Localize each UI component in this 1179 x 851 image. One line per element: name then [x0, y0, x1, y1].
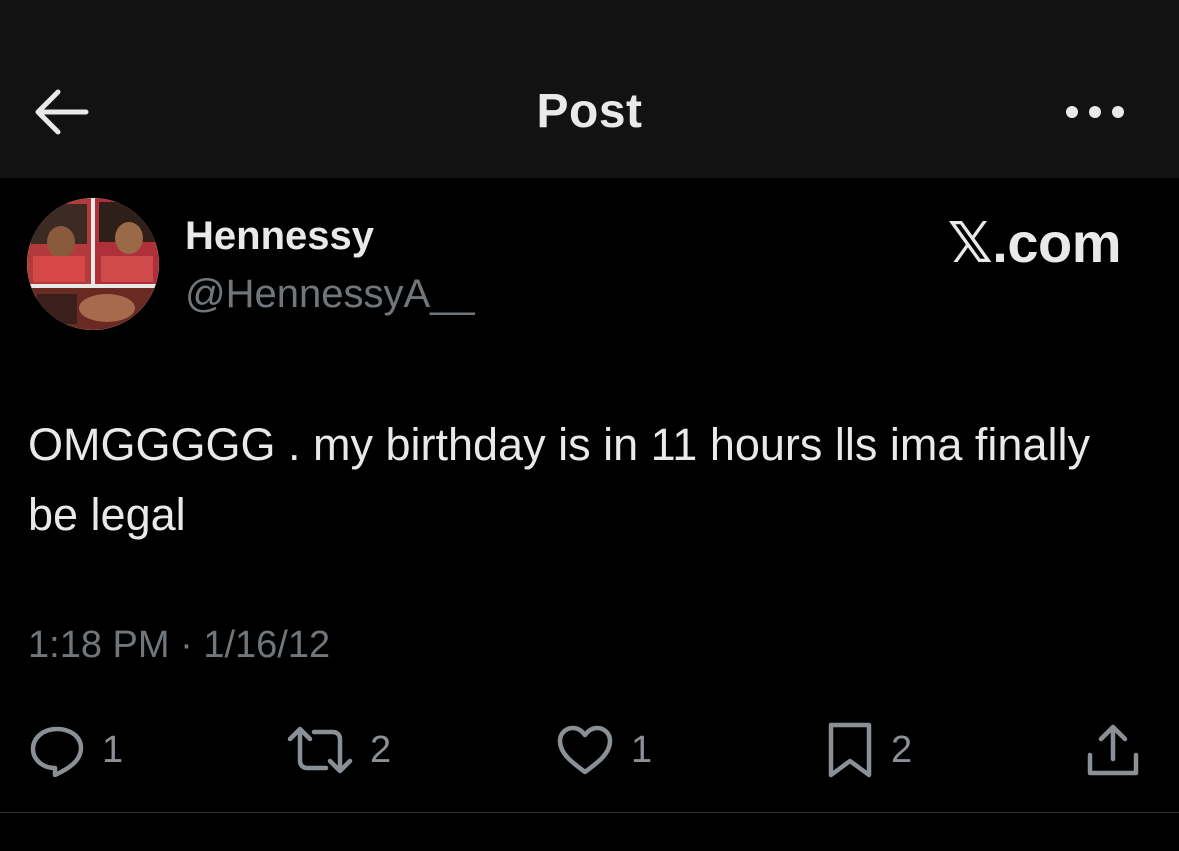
share-button[interactable] [1084, 720, 1142, 780]
avatar-collage-image [27, 198, 159, 330]
repost-count: 2 [370, 728, 392, 771]
share-icon [1087, 724, 1139, 776]
like-count: 1 [631, 728, 653, 771]
heart-icon [557, 725, 613, 775]
reply-count: 1 [102, 728, 124, 771]
author-handle[interactable]: @HennessyA__ [185, 272, 475, 317]
post-text: OMGGGGG . my birthday is in 11 hours lls… [28, 419, 1090, 540]
author-display-name[interactable]: Hennessy [185, 214, 374, 259]
post-timestamp[interactable]: 1:18 PM · 1/16/12 [28, 624, 330, 667]
repost-button[interactable]: 2 [286, 720, 391, 780]
reply-button[interactable]: 1 [28, 720, 123, 780]
top-bar: Post [0, 0, 1179, 178]
bookmark-button[interactable]: 2 [825, 720, 912, 780]
bookmark-count: 2 [891, 728, 913, 771]
post-time: 1:18 PM [28, 624, 170, 666]
bottom-area [0, 813, 1179, 851]
more-horizontal-icon [1066, 106, 1124, 118]
repost-icon [287, 726, 353, 774]
avatar[interactable] [27, 198, 159, 330]
like-button[interactable]: 1 [555, 720, 652, 780]
bookmark-icon [828, 722, 872, 778]
timestamp-separator: · [180, 624, 193, 666]
reply-icon [30, 726, 84, 777]
brand-watermark: 𝕏.com [947, 211, 1122, 274]
more-options-button[interactable] [1060, 92, 1132, 132]
post-date: 1/16/12 [203, 624, 331, 666]
page-title: Post [536, 85, 643, 138]
